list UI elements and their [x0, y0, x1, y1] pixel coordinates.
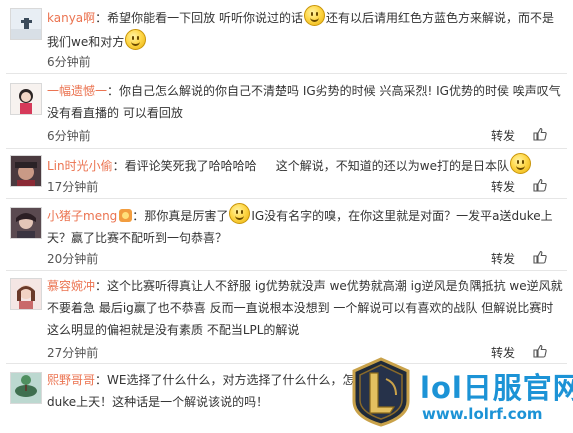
member-badge-icon: [119, 209, 133, 222]
comment-text: 一幅遗憾一：你自己怎么解说的你自己不清楚吗 IG劣势的时候 兴高采烈! IG优势…: [47, 80, 563, 124]
comment-time: 6分钟前: [47, 129, 91, 143]
avatar-image-icon: [11, 9, 41, 39]
smiley-emoji-icon: [229, 203, 251, 224]
avatar-image-icon: [11, 373, 41, 403]
comment-content: duke上天！这种话是一个解说该说的吗！: [47, 395, 269, 409]
comment-text: kanya啊：希望你能看一下回放 听听你说过的话 还有以后请用红色方蓝色方来解说，…: [47, 5, 563, 53]
comment-time: 20分钟前: [47, 252, 99, 266]
username-link[interactable]: 慕容婉冲: [47, 279, 95, 293]
comment-text: Lin时光小偷：看评论笑死我了哈哈哈哈 这个解说，不知道的还以为we打的是日本队: [47, 153, 563, 177]
avatar-image-icon: [11, 279, 41, 309]
avatar[interactable]: [10, 83, 42, 115]
thumbs-up-icon[interactable]: [533, 250, 547, 264]
comment-content: WE选择了什么什么，对方选择了什么什么，怎么: [107, 373, 367, 387]
avatar[interactable]: [10, 207, 42, 239]
avatar-image-icon: [11, 156, 41, 186]
colon: ：: [112, 159, 125, 173]
avatar[interactable]: [10, 278, 42, 310]
watermark-site-name: lol日服官网: [420, 371, 573, 405]
colon: ：: [95, 373, 108, 387]
username-link[interactable]: kanya啊: [47, 11, 95, 25]
username-link[interactable]: Lin时光小偷: [47, 159, 113, 173]
avatar[interactable]: [10, 155, 42, 187]
comment-text: 慕容婉冲：这个比赛听得真让人不舒服 ig优势就没声 we优势就高潮 ig逆风是负…: [47, 275, 563, 341]
forward-button[interactable]: 转发: [491, 178, 515, 195]
thumbs-up-icon[interactable]: [533, 127, 547, 141]
username-link[interactable]: 一幅遗憾一: [47, 84, 107, 98]
divider: [6, 73, 567, 74]
watermark-url: www.lolrf.com: [422, 405, 543, 423]
colon: ：: [132, 209, 145, 223]
avatar[interactable]: [10, 8, 42, 40]
comment-content: 这个解说，不知道的还以为we打的是日本队: [275, 159, 509, 173]
smiley-emoji-icon: [125, 29, 147, 50]
colon: ：: [95, 279, 108, 293]
comment-time: 6分钟前: [47, 55, 91, 69]
comment-content: 希望你能看一下回放 听听你说过的话: [107, 11, 303, 25]
username-link[interactable]: 熙野哥哥: [47, 373, 95, 387]
smiley-emoji-icon: [304, 5, 325, 26]
smirk-emoji-icon: [509, 153, 531, 174]
forward-button[interactable]: 转发: [491, 127, 515, 144]
avatar-image-icon: [11, 84, 41, 114]
comment-time: 27分钟前: [47, 346, 99, 360]
comment-content: 那你真是厉害了: [144, 209, 229, 223]
thumbs-up-icon[interactable]: [533, 344, 547, 358]
comment-content: 你自己怎么解说的你自己不清楚吗 IG劣势的时候 兴高采烈! IG优势的时侯 唉声…: [47, 84, 561, 120]
divider: [6, 198, 567, 199]
comment-content: 这个比赛听得真让人不舒服 ig优势就没声 we优势就高潮 ig逆风是负隅抵抗 w…: [47, 279, 563, 337]
thumbs-up-icon[interactable]: [533, 178, 547, 192]
comment-time: 17分钟前: [47, 180, 99, 194]
username-link[interactable]: 小猪子meng: [47, 209, 117, 223]
colon: ：: [107, 84, 120, 98]
comment-text: 小猪子meng ：那你真是厉害了 IG没有名字的嗅，在你这里就是对面？一发平a送du…: [47, 203, 563, 249]
divider: [6, 148, 567, 149]
avatar[interactable]: [10, 372, 42, 404]
avatar-image-icon: [11, 208, 41, 238]
colon: ：: [95, 11, 108, 25]
divider: [6, 270, 567, 271]
league-of-legends-logo-icon: [352, 357, 410, 427]
comment-content: 看评论笑死我了哈哈哈哈: [124, 159, 257, 173]
site-watermark: lol日服官网 www.lolrf.com: [340, 357, 573, 433]
forward-button[interactable]: 转发: [491, 250, 515, 267]
